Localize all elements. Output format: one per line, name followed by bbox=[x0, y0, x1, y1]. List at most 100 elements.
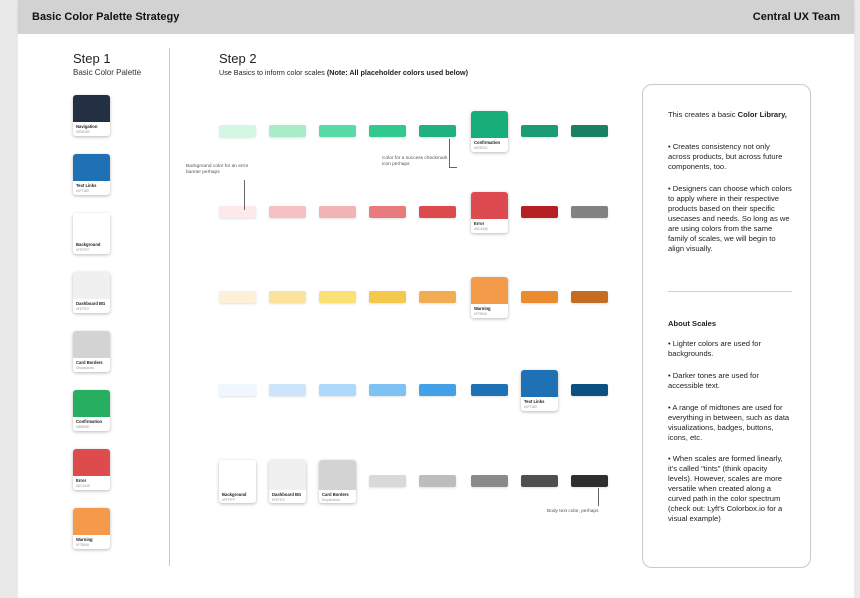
swatch-label: Background bbox=[76, 242, 101, 247]
scale-chip bbox=[419, 475, 456, 487]
color-swatch-card: Confirmation #1EB37A bbox=[471, 111, 508, 152]
step1-subtitle: Basic Color Palette bbox=[73, 68, 142, 77]
scale-chip bbox=[269, 384, 306, 396]
color-swatch-card: Confirmation #3BB35E bbox=[73, 390, 110, 431]
scale-chip bbox=[369, 206, 406, 218]
panel-bullet: • Lighter colors are used for background… bbox=[668, 339, 761, 359]
scale-chip bbox=[471, 384, 508, 396]
swatch-color bbox=[471, 277, 508, 304]
swatch-code: #FFFFFF bbox=[222, 498, 236, 502]
scale-chip bbox=[571, 125, 608, 137]
swatch-color bbox=[73, 213, 110, 240]
color-swatch-card: Background #FFFFFF bbox=[73, 213, 110, 254]
note-line bbox=[449, 139, 450, 167]
swatch-color bbox=[73, 508, 110, 535]
swatch-label: Error bbox=[76, 478, 87, 483]
scale-chip bbox=[369, 384, 406, 396]
panel-bullet: • A range of midtones are used for every… bbox=[668, 403, 790, 443]
header-bar: Basic Color Palette Strategy Central UX … bbox=[18, 0, 854, 34]
swatch-label: Text Links bbox=[524, 399, 545, 404]
color-swatch-card: Text Links #1F71B0 bbox=[73, 154, 110, 195]
scale-chip bbox=[319, 206, 356, 218]
note-line bbox=[244, 180, 245, 210]
swatch-color bbox=[269, 460, 306, 490]
page-title: Basic Color Palette Strategy bbox=[32, 11, 180, 23]
step2-subtitle: Use Basics to inform color scales (Note:… bbox=[219, 68, 468, 77]
panel-intro-bold: Color Library, bbox=[737, 110, 787, 119]
color-swatch-card: Error #DC4448 bbox=[73, 449, 110, 490]
color-swatch-card: Navigation #2B2E4B bbox=[73, 95, 110, 136]
swatch-code: #F1F2F2 bbox=[272, 498, 285, 502]
color-swatch-card: Text Links #1F71B0 bbox=[521, 370, 558, 411]
swatch-code: #2B2E4B bbox=[76, 130, 90, 134]
scale-chip bbox=[571, 291, 608, 303]
note-line bbox=[598, 488, 599, 506]
scale-chip bbox=[219, 291, 256, 303]
swatch-label: Card Borders bbox=[76, 360, 103, 365]
panel-divider bbox=[668, 291, 792, 292]
swatch-color bbox=[521, 370, 558, 397]
note-error-banner: Background color for an error banner per… bbox=[186, 164, 249, 176]
explanation-panel: This creates a basic Color Library, • Cr… bbox=[642, 84, 811, 568]
divider bbox=[169, 48, 170, 566]
color-swatch-card: Background #FFFFFF bbox=[219, 460, 256, 503]
color-swatch-card: Card Borders Dropshadow bbox=[319, 460, 356, 503]
swatch-code: #DC4448 bbox=[474, 227, 488, 231]
swatch-label: Card Borders bbox=[322, 492, 349, 497]
panel-bullet: • Designers can choose which colors to a… bbox=[668, 184, 792, 254]
swatch-color bbox=[73, 449, 110, 476]
scale-chip bbox=[419, 125, 456, 137]
panel-intro-text: This creates a basic bbox=[668, 110, 738, 119]
step2-subtitle-text: Use Basics to inform color scales bbox=[219, 68, 327, 77]
scale-chip bbox=[219, 125, 256, 137]
color-swatch-card: Warning #F7984A bbox=[471, 277, 508, 318]
swatch-code: #F7984A bbox=[474, 312, 487, 316]
swatch-code: #1F71B0 bbox=[76, 189, 89, 193]
step1-title: Step 1 bbox=[73, 51, 111, 66]
scale-chip bbox=[369, 475, 406, 487]
scale-chip bbox=[571, 206, 608, 218]
swatch-code: Dropshadow bbox=[76, 366, 94, 370]
swatch-label: Warning bbox=[474, 306, 491, 311]
swatch-label: Navigation bbox=[76, 124, 98, 129]
swatch-color bbox=[73, 390, 110, 417]
scale-chip bbox=[219, 206, 256, 218]
swatch-code: #F7984A bbox=[76, 543, 89, 547]
swatch-label: Confirmation bbox=[76, 419, 103, 424]
swatch-color bbox=[319, 460, 356, 490]
swatch-label: Background bbox=[222, 492, 247, 497]
swatch-color bbox=[73, 331, 110, 358]
note-line bbox=[449, 167, 457, 168]
swatch-color bbox=[73, 95, 110, 122]
scale-chip bbox=[419, 206, 456, 218]
scale-chip bbox=[521, 206, 558, 218]
scale-chip bbox=[521, 125, 558, 137]
scale-chip bbox=[319, 291, 356, 303]
swatch-color bbox=[471, 111, 508, 138]
scale-chip bbox=[319, 125, 356, 137]
scale-chip bbox=[419, 291, 456, 303]
swatch-code: #DC4448 bbox=[76, 484, 90, 488]
panel-bullet: • Darker tones are used for accessible t… bbox=[668, 371, 759, 391]
swatch-code: #1F71B0 bbox=[524, 405, 537, 409]
color-swatch-card: Warning #F7984A bbox=[73, 508, 110, 549]
step2-title: Step 2 bbox=[219, 51, 257, 66]
swatch-code: #3BB35E bbox=[76, 425, 90, 429]
swatch-label: Dashboard BG bbox=[272, 492, 302, 497]
scale-chip bbox=[269, 206, 306, 218]
team-name: Central UX Team bbox=[752, 11, 840, 23]
scale-chip bbox=[369, 291, 406, 303]
scale-chip bbox=[269, 291, 306, 303]
swatch-color bbox=[471, 192, 508, 219]
swatch-code: Dropshadow bbox=[322, 498, 340, 502]
swatch-code: #FFFFFF bbox=[76, 248, 90, 252]
scale-chip bbox=[319, 384, 356, 396]
swatch-label: Confirmation bbox=[474, 140, 501, 145]
swatch-color bbox=[73, 272, 110, 299]
scale-chip bbox=[369, 125, 406, 137]
color-swatch-card: Dashboard BG #F1F2F2 bbox=[269, 460, 306, 503]
step2-subtitle-note: (Note: All placeholder colors used below… bbox=[326, 68, 468, 77]
swatch-color bbox=[219, 460, 256, 490]
scale-chip bbox=[269, 125, 306, 137]
scale-chip bbox=[571, 384, 608, 396]
